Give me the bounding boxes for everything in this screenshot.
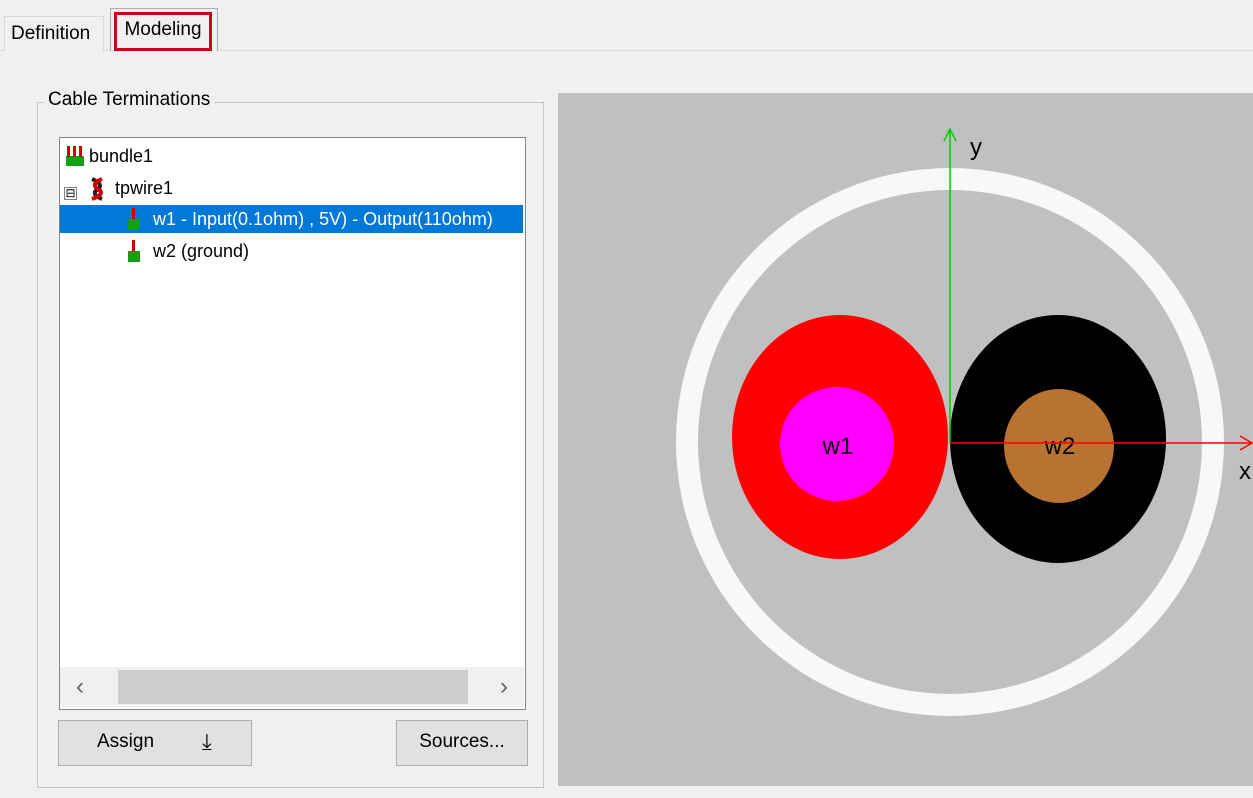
assign-label: Assign	[97, 731, 155, 752]
y-axis-label: y	[970, 134, 982, 161]
terminations-tree[interactable]: bundle1 ⊟ tpwire1 w1 - Input(0.1ohm) , 5…	[59, 137, 526, 710]
twisted-pair-icon	[91, 177, 103, 201]
group-title: Cable Terminations	[44, 89, 215, 111]
horizontal-scrollbar[interactable]: ‹ ›	[60, 667, 524, 707]
tab-definition[interactable]: Definition	[4, 16, 104, 51]
cross-section-canvas: w1 w2 y x	[558, 93, 1253, 786]
scroll-left-icon[interactable]: ‹	[60, 667, 100, 707]
w1-label: w1	[822, 433, 854, 460]
tab-strip: Definition Modeling	[0, 0, 1253, 52]
tree-item-tpwire1[interactable]: tpwire1	[84, 174, 384, 202]
scroll-right-icon[interactable]: ›	[484, 667, 524, 707]
tree-item-bundle1[interactable]: bundle1	[62, 142, 522, 170]
tab-modeling-label: Modeling	[114, 12, 212, 51]
collapse-toggle[interactable]: ⊟	[64, 187, 77, 200]
tree-item-w1[interactable]: w1 - Input(0.1ohm) , 5V) - Output(110ohm…	[60, 205, 523, 233]
sources-button[interactable]: Sources...	[396, 720, 528, 766]
wire-icon	[128, 240, 140, 262]
tree-item-label: bundle1	[89, 146, 154, 166]
scrollbar-thumb[interactable]	[118, 670, 468, 704]
bundle-icon	[66, 146, 84, 166]
tree-item-label: w1 - Input(0.1ohm) , 5V) - Output(110ohm…	[153, 209, 493, 229]
w2-label: w2	[1044, 433, 1076, 460]
download-arrow-icon: ⤓	[202, 729, 212, 754]
tree-item-w2[interactable]: w2 (ground)	[60, 237, 360, 265]
tab-modeling[interactable]: Modeling	[110, 8, 218, 51]
wire-icon	[128, 208, 140, 230]
cable-cross-section-view[interactable]: w1 w2 y x	[558, 93, 1253, 786]
assign-button[interactable]: Assign ⤓	[58, 720, 252, 766]
tree-item-label: tpwire1	[115, 178, 174, 198]
x-axis-label: x	[1239, 458, 1251, 485]
tree-item-label: w2 (ground)	[153, 241, 250, 261]
